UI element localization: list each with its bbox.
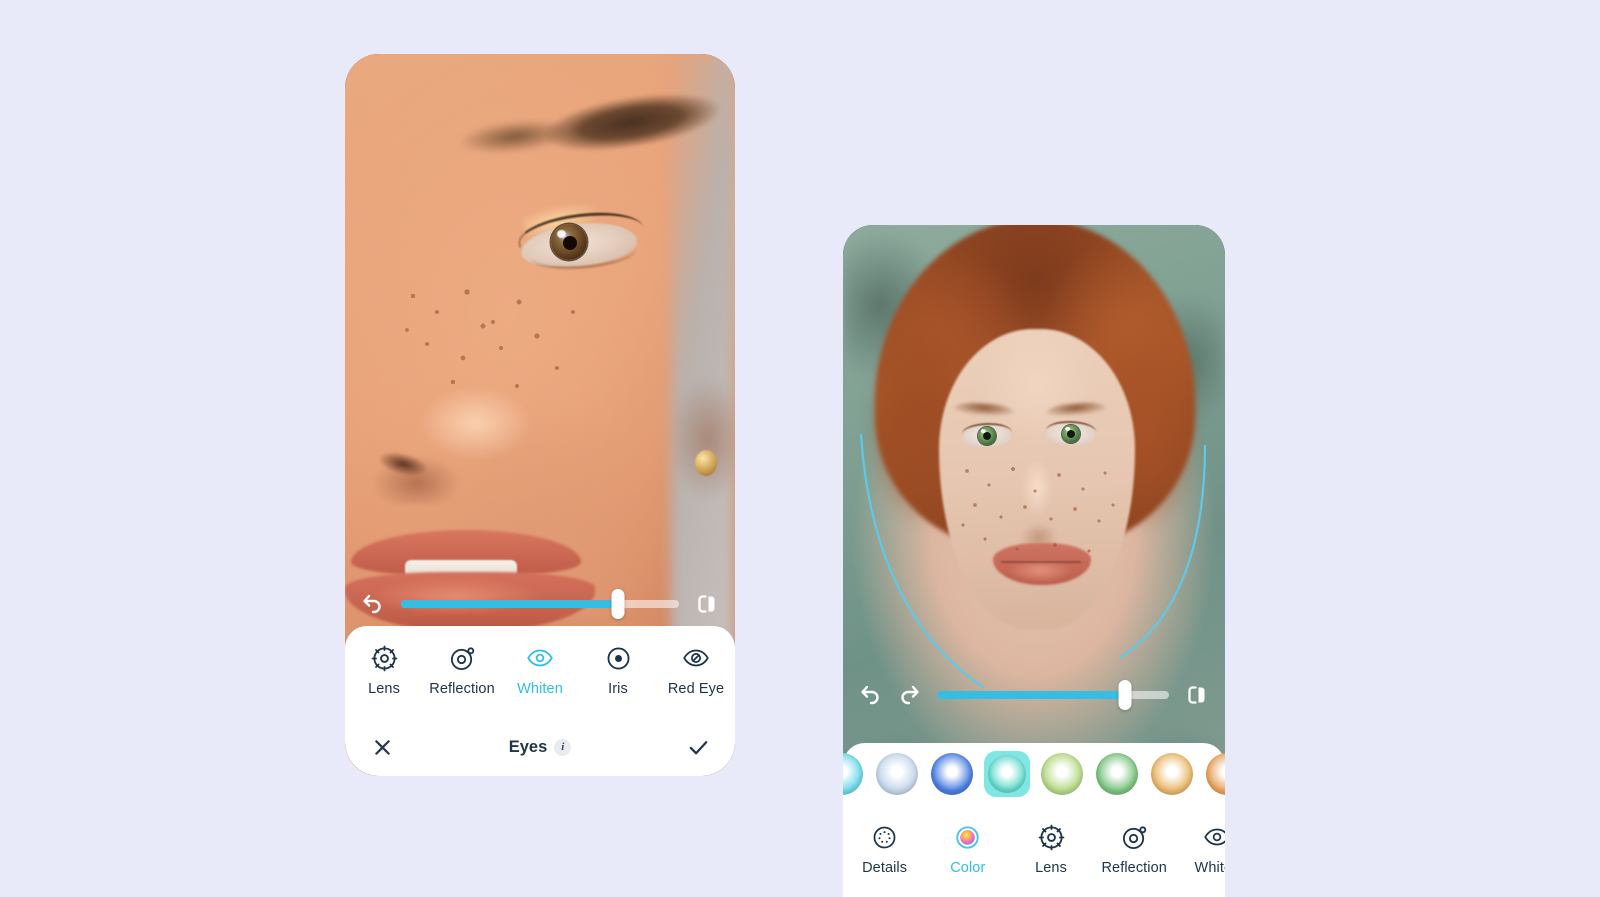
tool-lens[interactable]: Lens — [345, 644, 423, 697]
tool-reflection[interactable]: Reflection — [1093, 823, 1176, 876]
slider-thumb[interactable] — [1118, 680, 1132, 710]
swatch-green[interactable] — [1094, 751, 1140, 797]
tool-label: Iris — [608, 681, 628, 697]
color-wheel-icon — [954, 823, 982, 851]
whiten-eye-icon — [1203, 823, 1225, 851]
intensity-slider[interactable] — [937, 680, 1169, 710]
reflection-icon — [1120, 823, 1148, 851]
action-bar: Eyes i — [345, 718, 735, 776]
photo-freckles — [955, 461, 1123, 565]
tool-label: Lens — [368, 681, 400, 697]
swatch-sphere — [988, 755, 1026, 793]
intensity-slider[interactable] — [401, 589, 679, 619]
info-icon[interactable]: i — [554, 738, 572, 756]
redo-arrow-icon[interactable] — [895, 681, 923, 709]
slider-thumb[interactable] — [611, 589, 625, 619]
swatch-sphere — [1041, 753, 1083, 795]
tool-details[interactable]: Details — [843, 823, 926, 876]
tool-label: Reflection — [1101, 860, 1167, 876]
tool-panel: Lens Reflection Whiten Iris Red Eye Eyes… — [345, 626, 735, 776]
swatch-teal[interactable] — [984, 751, 1030, 797]
slider-fill — [401, 600, 618, 608]
check-icon[interactable] — [685, 734, 711, 760]
compare-split-icon[interactable] — [693, 590, 721, 618]
iris-icon — [604, 644, 632, 672]
photo-eye-right — [1046, 420, 1097, 446]
details-icon — [871, 823, 899, 851]
tool-panel: Details Color Lens Reflection Whiten — [843, 743, 1225, 897]
phone-mockup-left: Lens Reflection Whiten Iris Red Eye Eyes… — [345, 54, 735, 776]
swatch-sphere — [931, 753, 973, 795]
red-eye-icon — [682, 644, 710, 672]
compare-split-icon[interactable] — [1183, 681, 1211, 709]
tool-lens[interactable]: Lens — [1009, 823, 1092, 876]
swatch-amber[interactable] — [1149, 751, 1195, 797]
tool-label: Reflection — [429, 681, 495, 697]
tool-row: Lens Reflection Whiten Iris Red Eye — [345, 626, 735, 718]
tool-label: Color — [950, 860, 986, 876]
swatch-blue[interactable] — [929, 751, 975, 797]
adjustment-slider-row — [843, 673, 1225, 717]
tool-label: Whiten — [1194, 860, 1225, 876]
slider-fill — [937, 691, 1125, 699]
panel-title-group: Eyes i — [345, 738, 735, 757]
swatch-orange[interactable] — [1204, 751, 1225, 797]
tool-label: Whiten — [517, 681, 563, 697]
panel-title: Eyes — [508, 737, 548, 756]
photo-ear-shadow — [645, 354, 735, 524]
lens-icon — [1037, 823, 1065, 851]
phone-mockup-right: Details Color Lens Reflection Whiten — [843, 225, 1225, 897]
swatch-pale-blue[interactable] — [874, 751, 920, 797]
swatch-light-green[interactable] — [1039, 751, 1085, 797]
tool-label: Details — [862, 860, 908, 876]
swatch-sphere — [1206, 753, 1225, 795]
whiten-eye-icon — [526, 644, 554, 672]
tool-label: Lens — [1035, 860, 1067, 876]
undo-arrow-icon[interactable] — [359, 590, 387, 618]
tool-color[interactable]: Color — [926, 823, 1009, 876]
tool-row: Details Color Lens Reflection Whiten — [843, 805, 1225, 897]
tool-whiten[interactable]: Whiten — [1176, 823, 1225, 876]
swatch-sphere — [843, 753, 863, 795]
photo-eye-left — [961, 422, 1012, 448]
adjustment-slider-row — [345, 582, 735, 626]
photo-nose — [345, 354, 555, 504]
photo-earring — [695, 450, 717, 476]
swatch-sphere — [1151, 753, 1193, 795]
lens-icon — [370, 644, 398, 672]
tool-red-eye[interactable]: Red Eye — [657, 644, 735, 697]
tool-whiten[interactable]: Whiten — [501, 644, 579, 697]
reflection-icon — [448, 644, 476, 672]
tool-reflection[interactable]: Reflection — [423, 644, 501, 697]
undo-arrow-icon[interactable] — [857, 681, 885, 709]
swatch-cyan[interactable] — [843, 751, 865, 797]
swatch-sphere — [876, 753, 918, 795]
swatch-sphere — [1096, 753, 1138, 795]
tool-label: Red Eye — [667, 681, 725, 697]
eye-color-swatch-strip[interactable] — [843, 743, 1225, 805]
tool-iris[interactable]: Iris — [579, 644, 657, 697]
close-x-icon[interactable] — [369, 734, 395, 760]
